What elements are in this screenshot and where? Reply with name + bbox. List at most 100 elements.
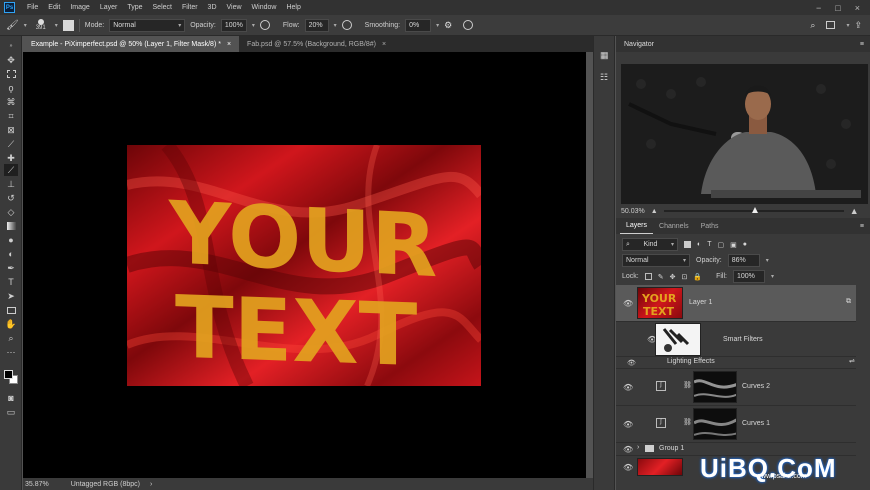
blend-mode-select[interactable]: Normal ▾ (622, 254, 690, 267)
close-icon[interactable]: × (382, 41, 386, 48)
chevron-down-icon[interactable]: ▾ (436, 22, 439, 29)
chevron-down-icon[interactable]: ▾ (766, 257, 769, 264)
curves-adjustment-icon[interactable]: ∫ (656, 418, 666, 428)
chevron-down-icon[interactable]: ▾ (846, 22, 849, 29)
zoom-tool-icon[interactable]: ⌕ (4, 332, 18, 344)
menu-type[interactable]: Type (122, 4, 147, 11)
layer-name[interactable]: Layer 1 (689, 299, 712, 306)
chevron-down-icon[interactable]: ▾ (334, 22, 337, 29)
rectangle-tool-icon[interactable] (4, 304, 18, 316)
kind-filter-select[interactable]: ⌕ Kind ▾ (622, 238, 678, 251)
menu-window[interactable]: Window (247, 4, 282, 11)
chevron-down-icon[interactable]: ▾ (252, 22, 255, 29)
layer-opacity-field[interactable]: 86% (727, 254, 760, 267)
menu-3d[interactable]: 3D (203, 4, 222, 11)
zoom-slider-handle[interactable] (751, 207, 758, 213)
zoom-out-icon[interactable]: ▲ (651, 208, 658, 215)
chevron-right-icon[interactable]: › (637, 444, 639, 451)
brush-tool-icon[interactable]: ⟋ (4, 164, 18, 176)
move-tool-icon[interactable]: ✥ (4, 54, 18, 66)
mode-select[interactable]: Normal ▾ (109, 18, 186, 32)
healing-brush-tool-icon[interactable]: ✚ (4, 152, 18, 164)
lock-transparent-icon[interactable] (644, 273, 652, 280)
crop-tool-icon[interactable]: ⌗ (4, 110, 18, 122)
lock-pixels-icon[interactable]: ✎ (658, 273, 664, 281)
filter-name[interactable]: Lighting Effects (667, 358, 715, 365)
layer-name[interactable]: Curves 1 (742, 420, 770, 427)
screen-mode-icon[interactable]: ▭ (4, 406, 18, 418)
tab-example[interactable]: Example - PiXimperfect.psd @ 50% (Layer … (23, 36, 240, 52)
history-brush-tool-icon[interactable]: ↺ (4, 192, 18, 204)
close-icon[interactable]: × (855, 3, 860, 13)
curves-mask-thumbnail[interactable] (693, 408, 737, 440)
filter-options-icon[interactable]: ⇌ (849, 357, 855, 365)
airbrush-icon[interactable] (341, 20, 352, 30)
panel-menu-icon[interactable]: ≡ (860, 223, 864, 230)
menu-filter[interactable]: Filter (177, 4, 203, 11)
lock-all-icon[interactable]: 🔒 (693, 273, 702, 281)
panel-menu-icon[interactable]: ≡ (860, 41, 864, 48)
eraser-tool-icon[interactable]: ◇ (4, 206, 18, 218)
more-tools-icon[interactable]: ⋯ (4, 346, 18, 358)
filter-toggle-icon[interactable]: ● (743, 241, 747, 248)
opacity-field[interactable]: 100% (220, 18, 247, 32)
layer-row-layer-1[interactable]: 👁 YOUR TEXT Layer 1 ⧉ (616, 285, 856, 322)
type-tool-icon[interactable]: T (4, 276, 18, 288)
menu-view[interactable]: View (222, 4, 247, 11)
visibility-eye-icon[interactable]: 👁 (623, 420, 633, 429)
visibility-eye-icon[interactable]: 👁 (623, 445, 633, 454)
menu-image[interactable]: Image (65, 4, 94, 11)
pressure-opacity-icon[interactable] (259, 20, 270, 30)
lasso-tool-icon[interactable]: ϙ (4, 82, 18, 94)
pressure-size-icon[interactable] (463, 20, 474, 30)
status-arrow-icon[interactable]: › (150, 481, 152, 488)
collapse-icon[interactable]: » (4, 40, 18, 52)
marquee-tool-icon[interactable] (4, 68, 18, 80)
workspace-icon[interactable] (826, 21, 836, 29)
filter-mask-thumbnail[interactable] (655, 323, 701, 356)
layer-row-curves-1[interactable]: 👁 ∫ ⛓ Curves 1 (616, 406, 856, 443)
layer-name[interactable]: Curves 2 (742, 383, 770, 390)
visibility-eye-icon[interactable]: 👁 (623, 463, 633, 472)
menu-select[interactable]: Select (148, 4, 177, 11)
tab-layers[interactable]: Layers (620, 218, 654, 234)
dodge-tool-icon[interactable]: ◐ (4, 248, 18, 260)
visibility-eye-icon[interactable]: 👁 (627, 359, 637, 367)
gradient-tool-icon[interactable] (4, 220, 18, 232)
minimize-icon[interactable]: − (816, 3, 821, 13)
properties-panel-icon[interactable]: ☷ (600, 72, 608, 83)
smart-object-filter-icon[interactable]: ▣ (730, 241, 737, 249)
hand-tool-icon[interactable]: ✋ (4, 318, 18, 330)
zoom-slider[interactable] (663, 207, 844, 213)
menu-help[interactable]: Help (281, 4, 305, 11)
tab-fab[interactable]: Fab.psd @ 57.5% (Background, RGB/8#) × (239, 36, 394, 52)
quick-select-tool-icon[interactable]: ⌘ (4, 96, 18, 108)
adjustment-filter-icon[interactable]: ◐ (697, 241, 701, 248)
layer-row-smart-filters[interactable]: 👁 Smart Filters (616, 322, 856, 357)
brush-preset-picker[interactable]: 391 (32, 16, 50, 34)
zoom-level[interactable]: 35.87% (25, 481, 49, 488)
tab-channels[interactable]: Channels (653, 218, 695, 234)
chevron-down-icon[interactable]: ▾ (55, 22, 58, 29)
chevron-down-icon[interactable]: ▾ (24, 22, 27, 29)
frame-tool-icon[interactable]: ⊠ (4, 124, 18, 136)
shape-filter-icon[interactable]: ▢ (718, 241, 725, 249)
eyedropper-tool-icon[interactable]: ⟋ (4, 138, 18, 150)
layer-row-curves-2[interactable]: 👁 ∫ ⛓ Curves 2 (616, 369, 856, 406)
fill-field[interactable]: 100% (732, 270, 765, 283)
quick-mask-icon[interactable]: ◙ (4, 392, 18, 404)
layer-thumbnail[interactable] (637, 458, 683, 476)
menu-layer[interactable]: Layer (95, 4, 123, 11)
layer-row-lighting-effects[interactable]: 👁 Lighting Effects ⇌ (616, 357, 856, 369)
tab-paths[interactable]: Paths (695, 218, 725, 234)
smoothing-field[interactable]: 0% (405, 18, 432, 32)
pen-tool-icon[interactable]: ✒ (4, 262, 18, 274)
pixel-filter-icon[interactable] (684, 241, 691, 248)
visibility-eye-icon[interactable]: 👁 (623, 299, 633, 308)
flow-field[interactable]: 20% (304, 18, 329, 32)
lock-artboard-icon[interactable]: ⊡ (681, 273, 687, 281)
path-select-tool-icon[interactable]: ➤ (4, 290, 18, 302)
zoom-in-icon[interactable]: ▲ (850, 206, 859, 216)
layer-name[interactable]: Group 1 (659, 445, 684, 452)
chevron-down-icon[interactable]: ▾ (771, 273, 774, 280)
